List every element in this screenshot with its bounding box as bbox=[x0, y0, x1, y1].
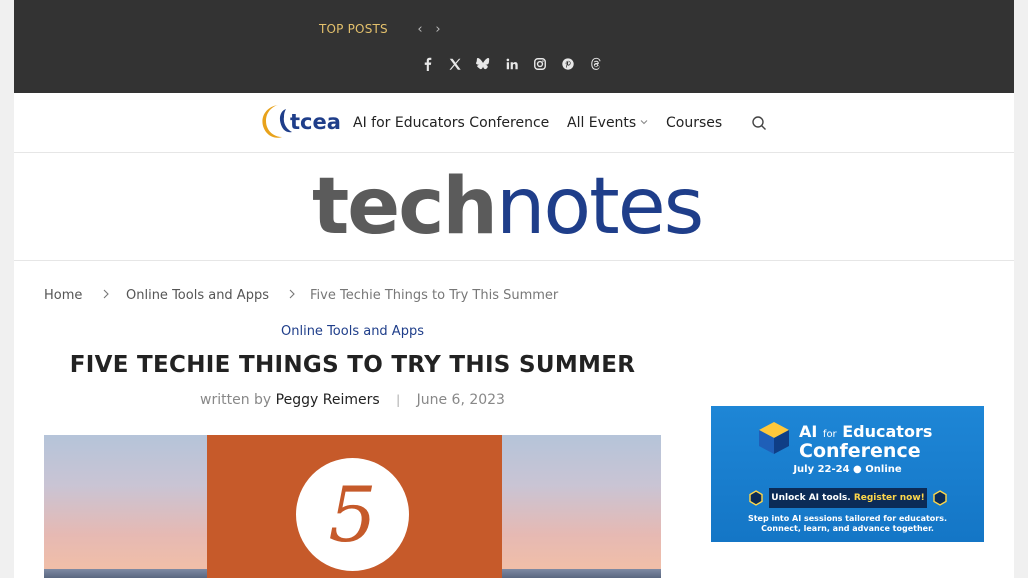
breadcrumb-home[interactable]: Home bbox=[44, 288, 82, 303]
ai-educators-conference-ad[interactable]: AI for Educators Conference July 22-24 ●… bbox=[711, 406, 984, 542]
top-bar: TOP POSTS ‹ › bbox=[14, 0, 1014, 93]
next-post-arrow[interactable]: › bbox=[432, 22, 444, 38]
article-meta: written by Peggy Reimers | June 6, 2023 bbox=[14, 392, 691, 408]
search-icon[interactable] bbox=[751, 115, 767, 131]
tcea-logo[interactable]: tcea bbox=[256, 99, 341, 141]
chevron-down-icon bbox=[640, 118, 648, 128]
threads-icon[interactable] bbox=[588, 56, 604, 72]
meta-divider: | bbox=[396, 393, 401, 407]
nav-item-label: Courses bbox=[666, 115, 723, 131]
chevron-right-icon bbox=[288, 288, 296, 302]
cube-logo-icon bbox=[759, 422, 789, 454]
page: TOP POSTS ‹ › tcea AI for Educators Conf… bbox=[14, 0, 1014, 578]
hexagon-icon bbox=[749, 490, 763, 506]
number-five: 5 bbox=[328, 470, 377, 559]
written-by-label: written by bbox=[200, 392, 272, 408]
bluesky-icon[interactable] bbox=[475, 56, 491, 72]
main-nav: tcea AI for Educators Conference All Eve… bbox=[14, 93, 1014, 153]
ad-conference-text: Conference bbox=[799, 440, 921, 462]
brand-part-notes: notes bbox=[495, 162, 704, 252]
facebook-icon[interactable] bbox=[420, 56, 436, 72]
ad-footer-line2: Connect, learn, and advance together. bbox=[761, 524, 934, 533]
featured-image: 5 bbox=[44, 435, 661, 578]
linkedin-icon[interactable] bbox=[504, 56, 520, 72]
ad-footer-line1: Step into AI sessions tailored for educa… bbox=[747, 514, 948, 523]
nav-item-label: AI for Educators Conference bbox=[353, 115, 550, 131]
breadcrumb-current: Five Techie Things to Try This Summer bbox=[310, 288, 559, 303]
ad-line1: AI for Educators bbox=[799, 422, 932, 441]
nav-item-label: All Events bbox=[567, 115, 637, 131]
article-title: FIVE TECHIE THINGS TO TRY THIS SUMMER bbox=[69, 352, 636, 378]
tcea-logo-text: tcea bbox=[290, 110, 340, 134]
author-link[interactable]: Peggy Reimers bbox=[276, 392, 380, 408]
ad-for-text: for bbox=[822, 429, 837, 440]
nav-courses[interactable]: Courses bbox=[666, 115, 722, 131]
ad-dates: July 22-24 ● Online bbox=[793, 464, 902, 475]
brand-part-tech: tech bbox=[312, 162, 498, 252]
technotes-brand[interactable]: technotes bbox=[312, 162, 704, 252]
ad-educators-text: Educators bbox=[842, 422, 933, 441]
chevron-right-icon bbox=[102, 288, 110, 302]
nav-ai-educators-conference[interactable]: AI for Educators Conference bbox=[353, 115, 549, 131]
top-posts-label: TOP POSTS bbox=[319, 22, 388, 36]
nav-all-events[interactable]: All Events bbox=[567, 115, 648, 131]
pinterest-icon[interactable] bbox=[560, 56, 576, 72]
ad-button-highlight: Register now! bbox=[853, 493, 925, 503]
hexagon-icon bbox=[933, 490, 947, 506]
x-icon[interactable] bbox=[447, 56, 463, 72]
prev-post-arrow[interactable]: ‹ bbox=[414, 22, 426, 38]
breadcrumb-category[interactable]: Online Tools and Apps bbox=[126, 288, 269, 303]
ad-footer: Step into AI sessions tailored for educa… bbox=[711, 514, 984, 534]
ad-ai-text: AI bbox=[799, 422, 818, 441]
ad-register-button[interactable]: Unlock AI tools. Register now! bbox=[769, 488, 927, 508]
article-date: June 6, 2023 bbox=[416, 392, 505, 408]
masthead: technotes bbox=[14, 153, 1014, 261]
ad-button-text: Unlock AI tools. bbox=[771, 493, 851, 503]
instagram-icon[interactable] bbox=[532, 56, 548, 72]
category-link[interactable]: Online Tools and Apps bbox=[281, 324, 424, 339]
article-category: Online Tools and Apps bbox=[14, 324, 691, 339]
